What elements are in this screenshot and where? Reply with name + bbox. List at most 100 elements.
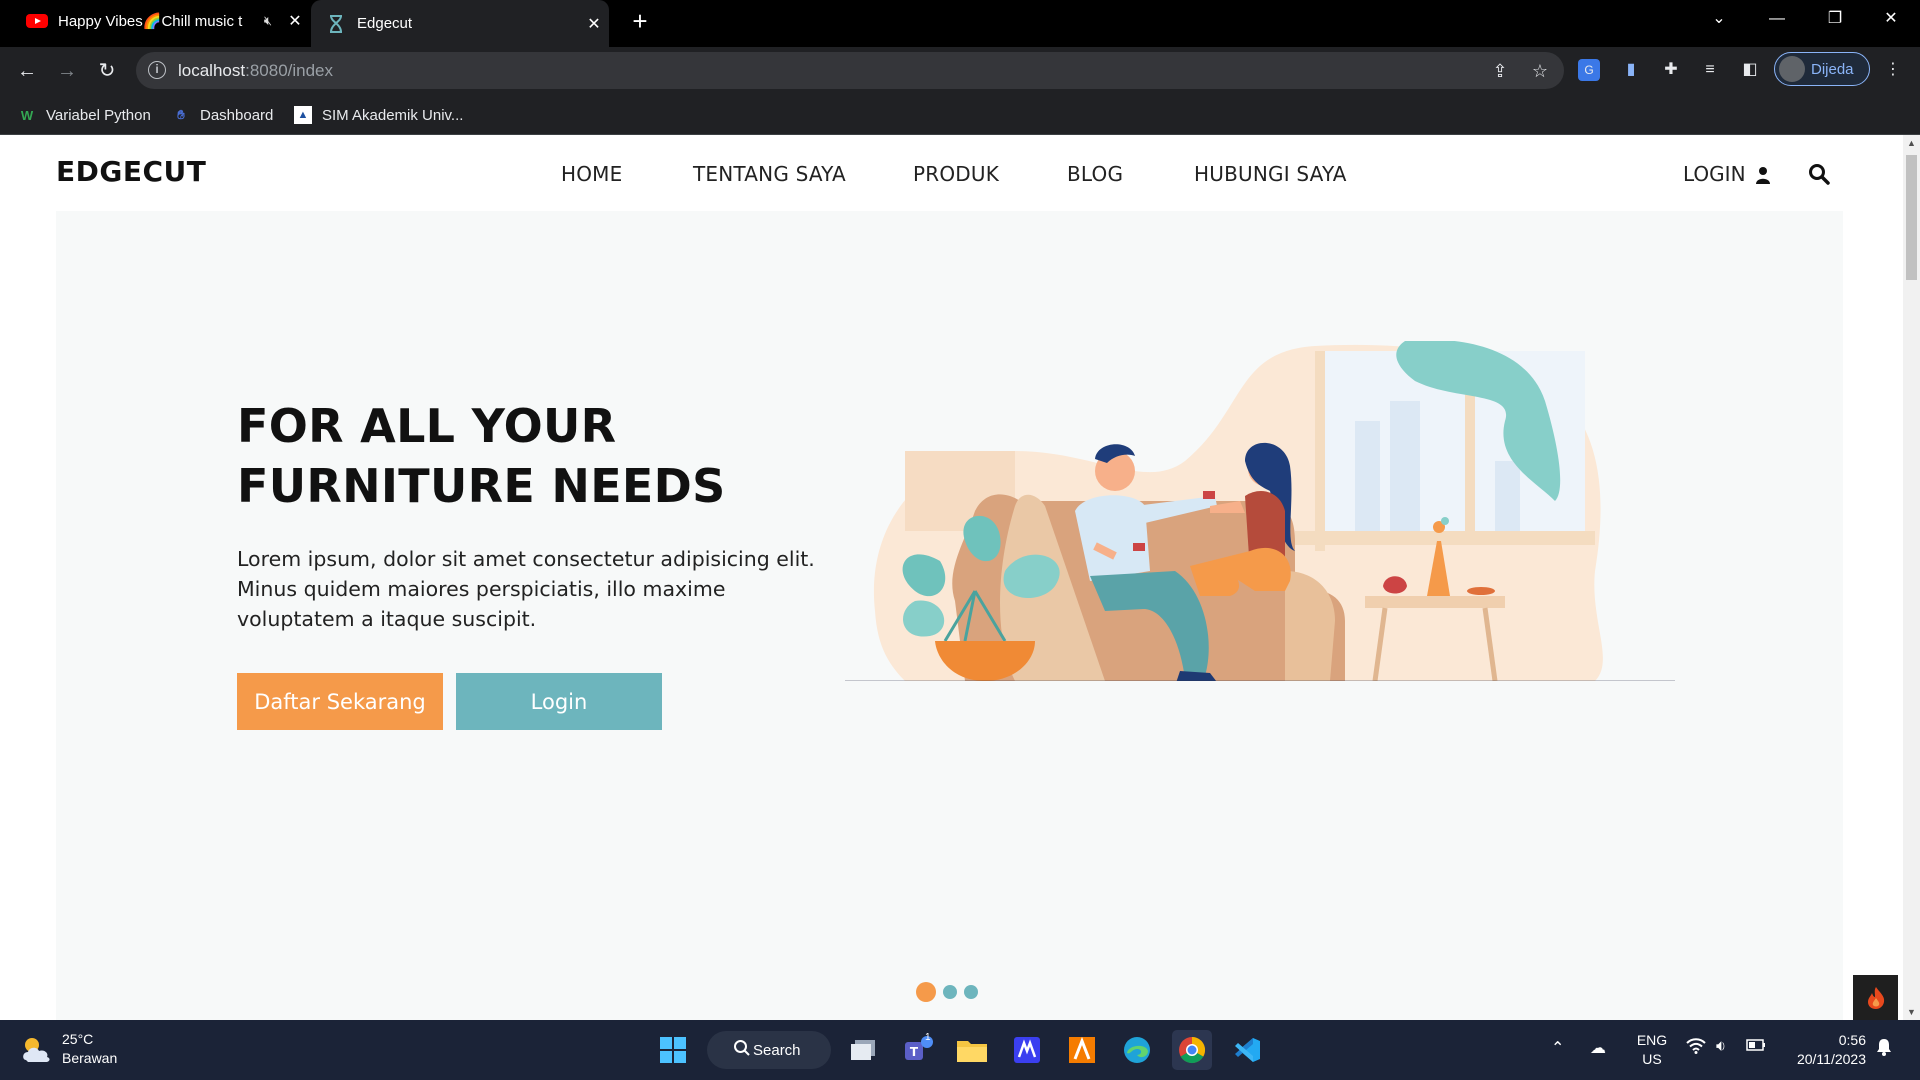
- app-m-icon[interactable]: [1007, 1030, 1047, 1070]
- search-icon: [733, 1039, 751, 1061]
- reload-icon[interactable]: ↻: [92, 56, 122, 86]
- volume-icon[interactable]: 🔉︎: [1716, 1038, 1726, 1056]
- media-queue-icon[interactable]: ≡: [1697, 57, 1723, 83]
- hero-description: Lorem ipsum, dolor sit amet consectetur …: [237, 547, 815, 631]
- side-panel-icon[interactable]: ◧: [1737, 57, 1763, 83]
- star-icon[interactable]: ☆: [1528, 59, 1552, 83]
- info-icon[interactable]: i: [148, 61, 166, 79]
- clock-time: 0:56: [1838, 1032, 1866, 1048]
- puzzle-icon[interactable]: ✚: [1658, 57, 1684, 83]
- teams-badge: 1: [925, 1032, 931, 1043]
- close-icon[interactable]: ✕: [280, 11, 310, 31]
- weather-temperature: 25°C: [62, 1031, 94, 1047]
- wifi-icon[interactable]: [1686, 1038, 1706, 1059]
- hero-login-button[interactable]: Login: [456, 673, 662, 730]
- nav-blog[interactable]: BLOG: [1067, 162, 1123, 186]
- web-page: EDGECUT HOME TENTANG SAYA PRODUK BLOG HU…: [0, 135, 1903, 1020]
- input-language[interactable]: ENG US: [1635, 1031, 1669, 1069]
- chevron-down-icon[interactable]: ⌄: [1690, 0, 1748, 40]
- url-text[interactable]: localhost:8080/index: [178, 61, 333, 81]
- bookmark-label: Variabel Python: [46, 106, 151, 124]
- weather-widget[interactable]: 25°C Berawan: [20, 1030, 117, 1068]
- start-windows-icon[interactable]: [653, 1030, 693, 1070]
- cloud-off-icon[interactable]: ☁: [1590, 1038, 1606, 1058]
- profile-button[interactable]: Dijeda: [1774, 52, 1870, 86]
- tab-title: Edgecut: [357, 15, 413, 32]
- bookmarks-bar: W Variabel Python ✋︎ Dashboard ▲ SIM Aka…: [0, 94, 1920, 135]
- screen: Happy Vibes🌈Chill music t 🔇︎ ✕ Edgecut ✕…: [0, 0, 1920, 1080]
- carousel-indicators: [916, 982, 985, 1002]
- bookmark-variabel-python[interactable]: W Variabel Python: [18, 104, 151, 126]
- nav-tentang-saya[interactable]: TENTANG SAYA: [693, 162, 846, 186]
- search-icon[interactable]: [1808, 163, 1830, 185]
- youtube-icon: [26, 13, 48, 29]
- carousel-dot-3[interactable]: [964, 985, 978, 999]
- clock-date: 20/11/2023: [1796, 1051, 1866, 1067]
- bookmark-sim-akademik[interactable]: ▲ SIM Akademik Univ...: [294, 104, 463, 126]
- new-tab-button[interactable]: +: [625, 6, 655, 36]
- minimize-button[interactable]: —: [1748, 0, 1806, 40]
- translate-icon[interactable]: G: [1578, 59, 1600, 81]
- task-view-icon[interactable]: [843, 1030, 883, 1070]
- chrome-icon[interactable]: [1172, 1030, 1212, 1070]
- browser-tab-bar: Happy Vibes🌈Chill music t 🔇︎ ✕ Edgecut ✕…: [0, 0, 1920, 47]
- language-code: ENG: [1636, 1032, 1668, 1048]
- bookmark-dashboard[interactable]: ✋︎ Dashboard: [172, 104, 273, 126]
- nav-produk[interactable]: PRODUK: [913, 162, 999, 186]
- carousel-dot-1[interactable]: [916, 982, 936, 1002]
- tab-title: Happy Vibes🌈Chill music t: [58, 12, 243, 30]
- edge-browser-icon[interactable]: [1117, 1030, 1157, 1070]
- weather-description: Berawan: [62, 1050, 118, 1066]
- tab-youtube[interactable]: Happy Vibes🌈Chill music t 🔇︎ ✕: [12, 0, 310, 41]
- scroll-down-arrow-icon[interactable]: ▼: [1903, 1004, 1920, 1020]
- address-bar[interactable]: i localhost:8080/index ⇪ ☆: [136, 52, 1564, 89]
- hand-icon: ✋︎: [177, 107, 185, 122]
- notification-bell-icon[interactable]: [1876, 1038, 1892, 1061]
- tab-edgecut[interactable]: Edgecut ✕: [311, 0, 609, 47]
- nav-login[interactable]: LOGIN: [1683, 162, 1770, 186]
- hourglass-icon: [325, 14, 347, 33]
- region-code: US: [1642, 1051, 1662, 1067]
- nav-home[interactable]: HOME: [561, 162, 622, 186]
- back-arrow-icon[interactable]: ←: [12, 56, 42, 86]
- hero-title-line: FURNITURE NEEDS: [237, 459, 726, 513]
- close-icon[interactable]: ✕: [579, 14, 609, 34]
- kebab-menu-icon[interactable]: ⋮: [1880, 57, 1906, 83]
- share-icon[interactable]: ⇪: [1488, 59, 1512, 83]
- svg-text:T: T: [910, 1045, 919, 1059]
- system-clock[interactable]: 0:56 20/11/2023: [1782, 1031, 1866, 1069]
- login-label: LOGIN: [1683, 162, 1746, 186]
- user-icon: [1755, 165, 1770, 184]
- bookmark-label: Dashboard: [200, 106, 274, 124]
- site-logo[interactable]: EDGECUT: [56, 155, 206, 188]
- file-explorer-icon[interactable]: [952, 1030, 992, 1070]
- cloudy-sun-icon: [23, 1038, 50, 1062]
- hero-title: FOR ALL YOUR FURNITURE NEEDS: [237, 396, 726, 516]
- page-scrollbar[interactable]: ▲ ▼: [1903, 135, 1920, 1020]
- restore-button[interactable]: ❐: [1806, 0, 1864, 40]
- app-a-icon[interactable]: [1062, 1030, 1102, 1070]
- search-label: Search: [753, 1041, 801, 1059]
- battery-icon[interactable]: [1746, 1038, 1766, 1056]
- nav-hubungi-saya[interactable]: HUBUNGI SAYA: [1194, 162, 1347, 186]
- bookmark-label: SIM Akademik Univ...: [322, 106, 464, 124]
- browser-toolbar: ← → ↻ i localhost:8080/index ⇪ ☆ G ▮ ✚ ≡…: [0, 47, 1920, 94]
- forward-arrow-icon[interactable]: →: [52, 56, 82, 86]
- profile-name: Dijeda: [1811, 60, 1854, 78]
- hero-title-line: FOR ALL YOUR: [237, 399, 617, 453]
- taskbar-search[interactable]: Search: [707, 1031, 831, 1069]
- mute-icon[interactable]: 🔇︎: [256, 13, 280, 29]
- vscode-icon[interactable]: [1227, 1030, 1267, 1070]
- teams-icon[interactable]: T 1: [898, 1030, 938, 1070]
- daftar-sekarang-button[interactable]: Daftar Sekarang: [237, 673, 443, 730]
- chevron-up-icon[interactable]: ⌃: [1551, 1038, 1564, 1058]
- window-close-button[interactable]: ✕: [1862, 0, 1920, 40]
- hero-section: FOR ALL YOUR FURNITURE NEEDS Lorem ipsum…: [56, 211, 1843, 1020]
- scrollbar-thumb[interactable]: [1906, 155, 1917, 280]
- fire-icon[interactable]: [1853, 975, 1898, 1020]
- couple-on-sofa-illustration: [845, 341, 1675, 681]
- document-icon[interactable]: ▮: [1618, 57, 1644, 83]
- avatar: [1779, 56, 1805, 82]
- scroll-up-arrow-icon[interactable]: ▲: [1903, 135, 1920, 151]
- carousel-dot-2[interactable]: [943, 985, 957, 999]
